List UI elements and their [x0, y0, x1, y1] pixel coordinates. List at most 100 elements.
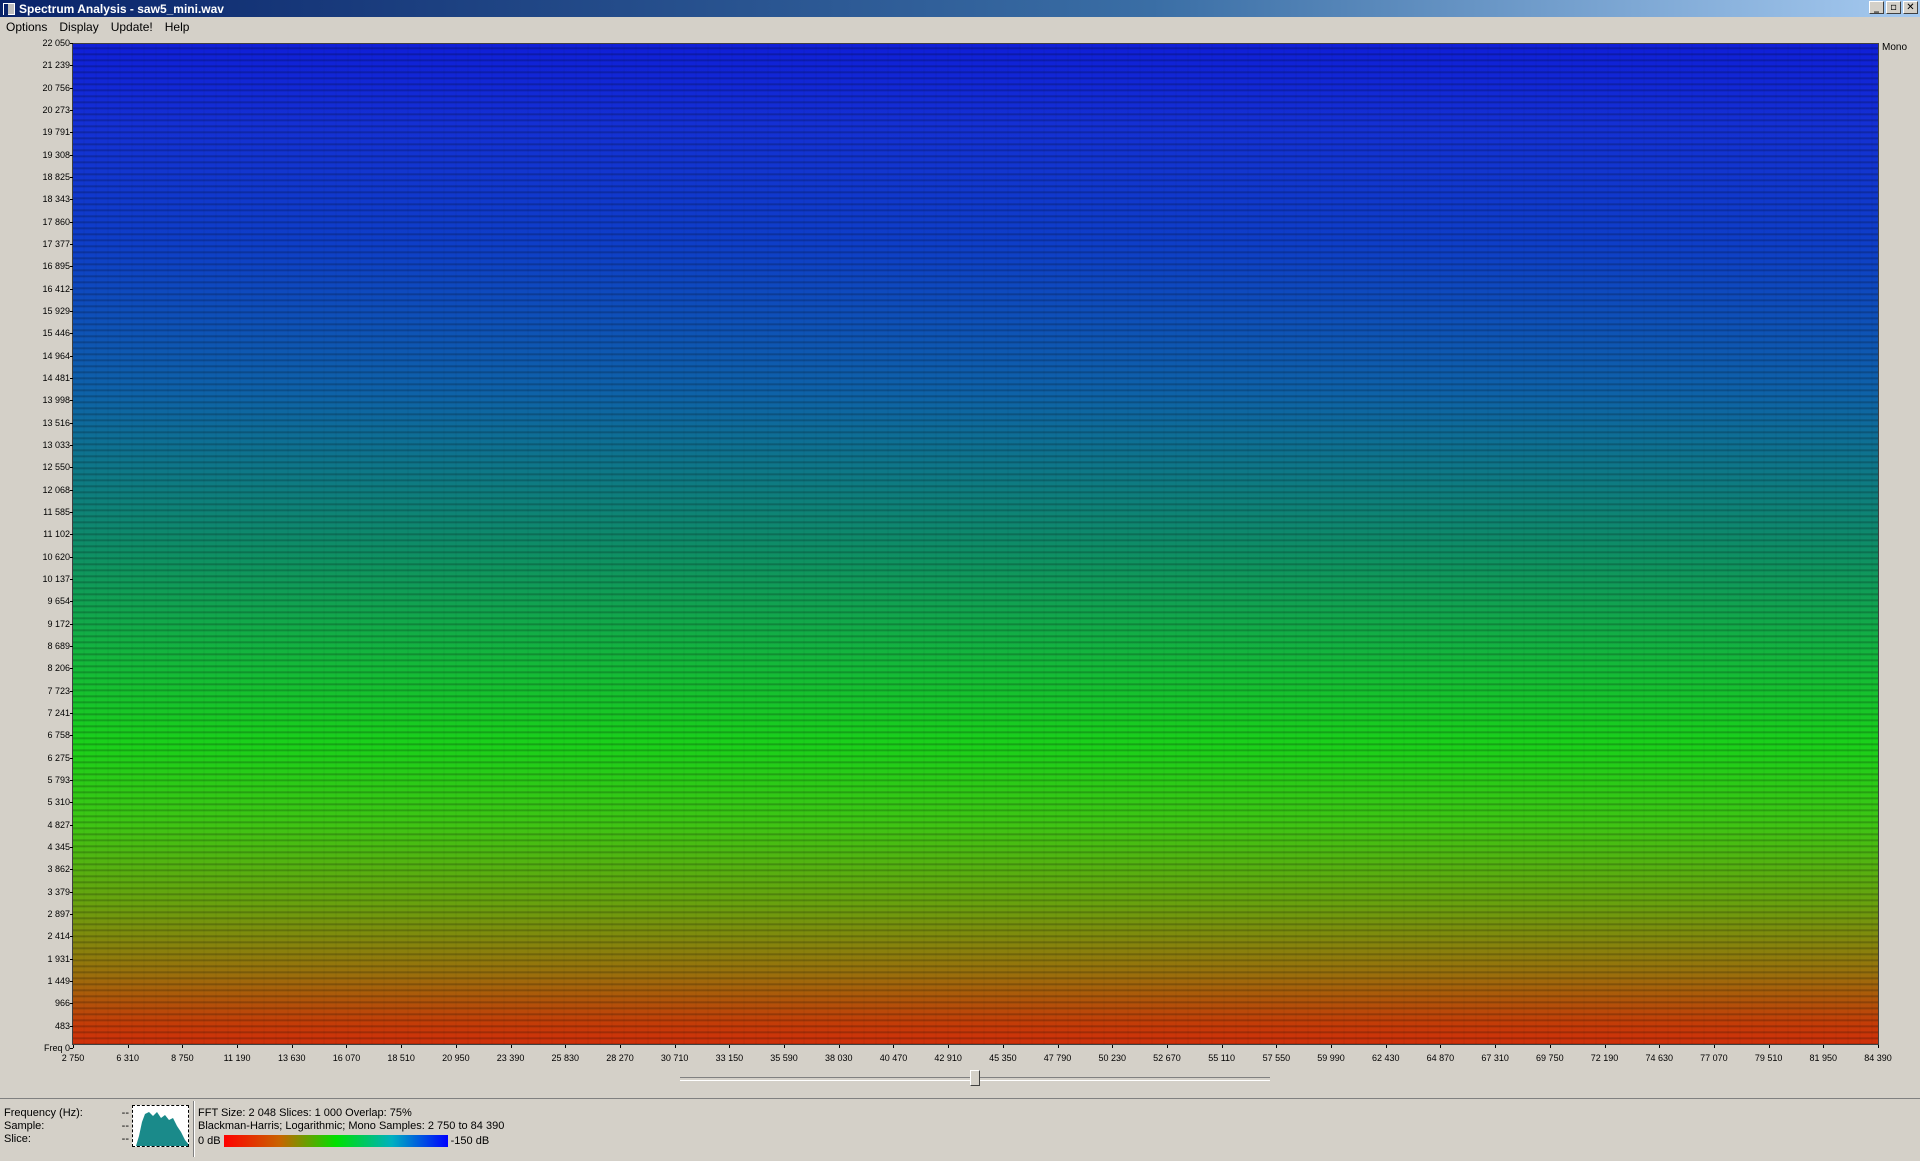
- freq-tick-mark: [70, 266, 73, 268]
- menu-bar: Options Display Update! Help: [0, 17, 1920, 36]
- freq-tick-mark: [70, 445, 73, 446]
- info-line-window: Blackman-Harris; Logarithmic; Mono Sampl…: [198, 1120, 505, 1132]
- sample-tick-mark: [838, 1045, 840, 1048]
- close-button[interactable]: ✕: [1903, 1, 1918, 14]
- sample-tick-label: 64 870: [1426, 1053, 1455, 1063]
- freq-tick-label: 3 862: [47, 864, 70, 875]
- sample-tick-mark: [455, 1045, 457, 1048]
- freq-tick-mark: [70, 601, 73, 603]
- restore-button[interactable]: ▫: [1886, 1, 1901, 14]
- freq-tick-label: 19 308: [42, 149, 70, 160]
- sample-tick-label: 42 910: [934, 1053, 962, 1063]
- menu-update[interactable]: Update!: [105, 20, 159, 34]
- freq-tick-label: 1 449: [47, 976, 70, 986]
- freq-tick-mark: [70, 802, 73, 804]
- freq-tick-label: 11 585: [43, 507, 70, 517]
- sample-tick-label: 47 790: [1043, 1053, 1072, 1063]
- sample-tick-label: 23 390: [496, 1053, 525, 1063]
- legend-min-label: 0 dB: [198, 1135, 221, 1147]
- freq-tick-mark: [70, 847, 73, 848]
- freq-tick-label: 4 345: [47, 842, 70, 852]
- sample-tick-mark: [1440, 1045, 1442, 1048]
- menu-help[interactable]: Help: [159, 20, 196, 34]
- sample-tick-label: 6 310: [116, 1053, 139, 1063]
- sample-tick-label: 11 190: [223, 1053, 251, 1063]
- freq-tick-label: 483: [54, 1020, 70, 1031]
- freq-tick-mark: [70, 981, 73, 982]
- freq-tick-mark: [70, 780, 73, 781]
- freq-tick-label: 20 273: [42, 105, 70, 115]
- freq-tick-label: 8 206: [47, 663, 70, 674]
- sample-tick-label: 2 750: [61, 1053, 85, 1063]
- app-icon[interactable]: [3, 2, 15, 16]
- sample-tick-label: 79 510: [1754, 1053, 1783, 1063]
- sample-tick-mark: [1495, 1045, 1497, 1048]
- freq-tick-mark: [70, 489, 73, 491]
- sample-tick-mark: [1002, 1045, 1004, 1048]
- freq-tick-mark: [70, 646, 73, 647]
- sample-tick-label: 67 310: [1481, 1053, 1509, 1063]
- minimize-button[interactable]: _: [1869, 1, 1884, 14]
- sample-tick-mark: [565, 1045, 567, 1048]
- spectrogram-plot[interactable]: [72, 43, 1879, 1045]
- sample-tick-label: 8 750: [171, 1053, 194, 1063]
- sample-tick-label: 16 070: [332, 1053, 361, 1063]
- sample-tick-label: 33 150: [715, 1053, 744, 1063]
- sample-tick-label: 25 830: [551, 1053, 580, 1063]
- freq-tick-label: 18 343: [42, 194, 70, 205]
- freq-tick-label: 18 825: [42, 172, 70, 182]
- freq-tick-mark: [70, 891, 73, 893]
- freq-tick-mark: [70, 757, 73, 759]
- freq-tick-mark: [70, 221, 73, 223]
- status-bar: Frequency (Hz): -- Sample: -- Slice: -- FFT…: [0, 1098, 1920, 1161]
- freq-tick-label: 966: [54, 998, 70, 1009]
- freq-tick-label: 22 050: [42, 38, 70, 48]
- frequency-value: --: [121, 1107, 129, 1119]
- title-bar[interactable]: Spectrum Analysis - saw5_mini.wav _ ▫ ✕: [0, 0, 1920, 17]
- sample-tick-mark: [73, 1045, 74, 1048]
- freq-tick-mark: [70, 311, 73, 312]
- freq-tick-mark: [70, 735, 73, 737]
- waveform-thumbnail[interactable]: [132, 1105, 189, 1147]
- sample-tick-mark: [1385, 1045, 1387, 1048]
- sample-tick-label: 69 750: [1536, 1053, 1564, 1063]
- freq-tick-label: 9 172: [47, 618, 70, 629]
- freq-tick-label: 5 310: [47, 797, 70, 808]
- sample-tick-mark: [510, 1045, 512, 1048]
- channel-label: Mono: [1882, 42, 1908, 53]
- sample-tick-mark: [1221, 1045, 1223, 1048]
- sample-tick-mark: [1057, 1045, 1059, 1048]
- legend-gradient: [223, 1135, 448, 1147]
- freq-tick-label: 21 239: [42, 60, 70, 71]
- slice-slider-thumb[interactable]: [970, 1070, 980, 1086]
- menu-options[interactable]: Options: [0, 20, 53, 34]
- freq-tick-label: 11 102: [43, 529, 70, 540]
- freq-tick-label: 6 275: [47, 752, 70, 763]
- freq-tick-mark: [70, 65, 73, 67]
- sample-tick-label: 84 390: [1864, 1053, 1892, 1063]
- freq-tick-label: 2 897: [47, 909, 70, 919]
- freq-tick-mark: [70, 579, 73, 580]
- sample-tick-mark: [237, 1045, 239, 1048]
- freq-tick-label: 10 620: [42, 551, 70, 562]
- sample-tick-mark: [1659, 1045, 1661, 1048]
- sample-tick-label: 57 550: [1262, 1053, 1291, 1063]
- window-title: Spectrum Analysis - saw5_mini.wav: [19, 1, 224, 16]
- menu-display[interactable]: Display: [53, 20, 104, 34]
- freq-tick-label: 9 654: [47, 596, 70, 607]
- freq-tick-label: 17 377: [42, 239, 70, 249]
- sample-tick-mark: [346, 1045, 348, 1048]
- freq-tick-mark: [70, 154, 73, 156]
- freq-tick-mark: [70, 110, 73, 111]
- freq-tick-label: 17 860: [42, 216, 70, 227]
- freq-tick-label: 16 412: [42, 283, 70, 294]
- freq-tick-label: 15 446: [42, 328, 70, 339]
- freq-tick-mark: [70, 333, 73, 335]
- sample-tick-label: 55 110: [1208, 1053, 1236, 1063]
- freq-tick-label: 19 791: [42, 127, 70, 138]
- freq-tick-label: 10 137: [42, 574, 70, 584]
- sample-tick-mark: [1331, 1045, 1333, 1048]
- freq-tick-mark: [70, 355, 73, 357]
- sample-tick-mark: [729, 1045, 731, 1048]
- freq-tick-label: 16 895: [42, 261, 70, 272]
